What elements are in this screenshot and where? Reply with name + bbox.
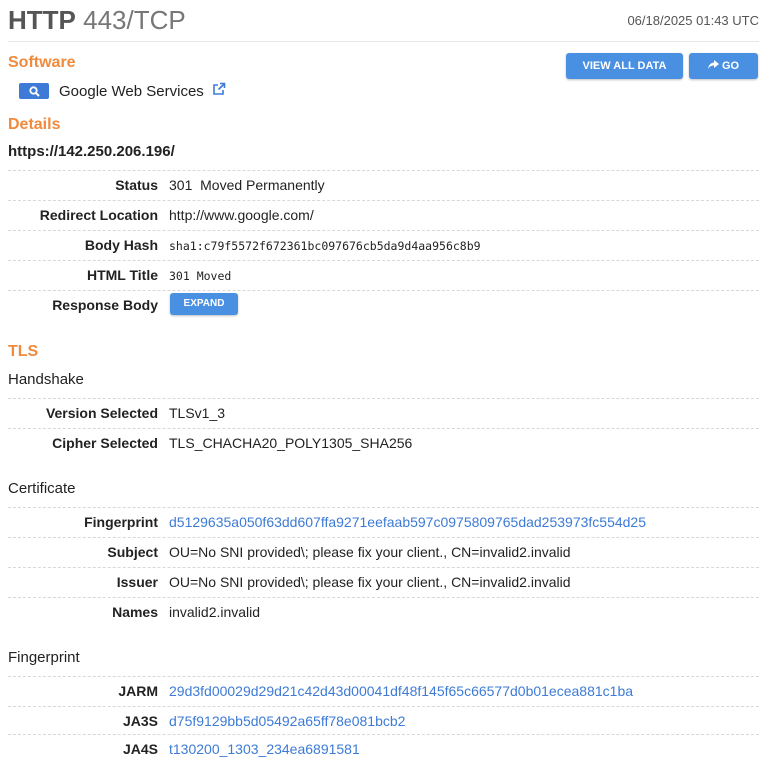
fingerprint-row-ja3s: JA3S d75f9129bb5d05492a65ff78e081bcb2 xyxy=(8,706,759,735)
go-button[interactable]: GO xyxy=(689,53,758,79)
handshake-row-cipher: Cipher Selected TLS_CHACHA20_POLY1305_SH… xyxy=(8,428,759,457)
ja3s-link[interactable]: d75f9129bb5d05492a65ff78e081bcb2 xyxy=(169,713,405,729)
row-label: HTML Title xyxy=(86,267,158,283)
certificate-row-issuer: Issuer OU=No SNI provided\; please fix y… xyxy=(8,567,759,596)
view-all-data-button[interactable]: VIEW ALL DATA xyxy=(566,53,683,79)
row-value: sha1:c79f5572f672361bc097676cb5da9d4aa95… xyxy=(169,239,481,253)
expand-button[interactable]: EXPAND xyxy=(170,293,238,315)
row-value: TLSv1_3 xyxy=(169,405,226,421)
certificate-title: Certificate xyxy=(8,480,76,497)
row-value: OU=No SNI provided\; please fix your cli… xyxy=(169,544,571,560)
details-row-body-hash: Body Hash sha1:c79f5572f672361bc097676cb… xyxy=(8,230,759,259)
row-value: OU=No SNI provided\; please fix your cli… xyxy=(169,574,571,590)
row-label: JARM xyxy=(118,683,158,699)
row-value: 301 Moved Permanently xyxy=(169,177,325,193)
details-heading: Details xyxy=(8,116,61,133)
row-label: Issuer xyxy=(116,574,158,590)
certificate-row-names: Names invalid2.invalid xyxy=(8,597,759,626)
view-all-data-label: VIEW ALL DATA xyxy=(582,60,667,72)
handshake-title: Handshake xyxy=(8,371,84,388)
software-item: Google Web Services xyxy=(19,80,226,102)
row-label: JA4S xyxy=(122,741,158,757)
ja4s-link[interactable]: t130200_1303_234ea6891581 xyxy=(169,741,360,757)
row-label: Redirect Location xyxy=(39,207,158,223)
protocol-label: HTTP xyxy=(8,5,76,35)
row-label: Body Hash xyxy=(84,237,158,253)
search-icon[interactable] xyxy=(19,83,49,99)
service-url: https://142.250.206.196/ xyxy=(8,143,175,160)
row-value: 301 Moved xyxy=(169,269,232,283)
row-label: Response Body xyxy=(52,297,158,313)
row-label: Status xyxy=(115,177,158,193)
tls-heading: TLS xyxy=(8,343,39,360)
row-value: http://www.google.com/ xyxy=(169,207,314,223)
external-link-icon[interactable] xyxy=(212,82,226,101)
row-label: Subject xyxy=(107,544,158,560)
row-label: Version Selected xyxy=(45,405,158,421)
fingerprint-row-ja4s: JA4S t130200_1303_234ea6891581 xyxy=(8,734,759,763)
page-header: HTTP 443/TCP 06/18/2025 01:43 UTC xyxy=(8,5,759,42)
row-value: TLS_CHACHA20_POLY1305_SHA256 xyxy=(169,435,413,451)
details-row-html-title: HTML Title 301 Moved xyxy=(8,260,759,289)
details-row-redirect: Redirect Location http://www.google.com/ xyxy=(8,200,759,229)
go-label: GO xyxy=(721,60,740,72)
handshake-row-version: Version Selected TLSv1_3 xyxy=(8,398,759,427)
software-name: Google Web Services xyxy=(59,82,204,100)
page-title: HTTP 443/TCP xyxy=(8,5,186,35)
scan-timestamp: 06/18/2025 01:43 UTC xyxy=(627,13,759,28)
port-label: 443/TCP xyxy=(83,5,186,35)
fingerprint-title: Fingerprint xyxy=(8,649,80,666)
details-row-status: Status 301 Moved Permanently xyxy=(8,170,759,199)
certificate-row-fingerprint: Fingerprint d5129635a050f63dd607ffa9271e… xyxy=(8,507,759,536)
row-label: Cipher Selected xyxy=(52,435,158,451)
certificate-fingerprint-link[interactable]: d5129635a050f63dd607ffa9271eefaab597c097… xyxy=(169,514,646,530)
row-value: invalid2.invalid xyxy=(169,604,261,620)
fingerprint-row-jarm: JARM 29d3fd00029d29d21c42d43d00041df48f1… xyxy=(8,676,759,705)
jarm-link[interactable]: 29d3fd00029d29d21c42d43d00041df48f145f65… xyxy=(169,683,633,699)
row-label: Names xyxy=(112,604,158,620)
software-heading: Software xyxy=(8,54,76,71)
details-row-response-body: Response Body EXPAND xyxy=(8,290,759,319)
row-label: Fingerprint xyxy=(84,514,158,530)
row-label: JA3S xyxy=(122,713,158,729)
certificate-row-subject: Subject OU=No SNI provided\; please fix … xyxy=(8,537,759,566)
share-arrow-icon xyxy=(707,60,722,72)
